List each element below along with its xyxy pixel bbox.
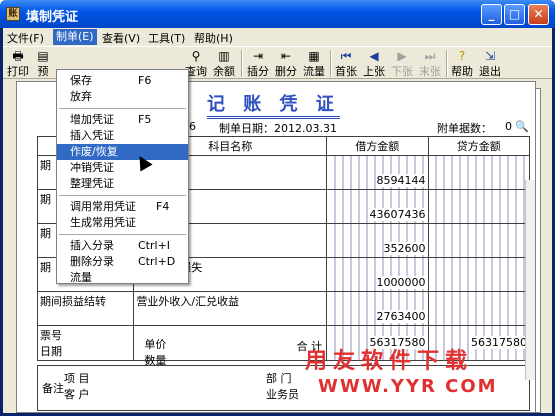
voucher-menu-dropdown: 保存 F6 放弃 增加凭证 F5 插入凭证 作废/恢复 冲销凭证 整理凭证 调用常用… [56,69,189,284]
note-label: 备注 [42,382,64,395]
help-icon: ? [458,49,466,63]
watermark-url: WWW.YYR COM [318,376,498,397]
exit-button[interactable]: ⇲ 退出 [477,48,503,79]
binoculars-icon: ⚲ [191,49,201,63]
window-title: 填制凭证 [26,10,79,25]
cell-credit[interactable] [427,223,531,258]
attachments-value[interactable]: 0 [505,120,512,133]
first-page-icon: ⏮ [340,49,352,63]
customer-label: 客 户 [64,388,90,401]
toolbar-separator [330,50,332,77]
menu-separator [59,234,186,235]
cell-credit[interactable] [427,291,531,326]
print-button[interactable]: 🖶 打印 [5,48,31,79]
app-window: 账 填制凭证 _ □ ✕ 文件(F) 制单(E) 查看(V) 工具(T) 帮助(… [0,0,555,416]
menu-help[interactable]: 帮助(H) [194,30,233,46]
table-row[interactable]: 期间损益结转 营业外收入/汇兑收益 2763400 [36,291,531,326]
attachments: 附单据数： [437,122,492,135]
balance-button[interactable]: ▥ 余额 [211,48,237,79]
cell-subject[interactable]: 营业外收入/汇兑收益 [133,291,328,326]
help-button[interactable]: ? 帮助 [449,48,475,79]
prev-button[interactable]: ◀ 上张 [361,48,387,79]
menu-abandon[interactable]: 放弃 [57,89,188,105]
menu-organize-voucher[interactable]: 整理凭证 [57,176,188,192]
project-label: 项 目 [64,372,90,385]
menu-separator [59,195,186,196]
last-page-icon: ⏭ [424,49,436,63]
toolbar-separator [241,50,243,77]
minimize-button[interactable]: _ [481,4,502,25]
menu-gen-common[interactable]: 生成常用凭证 [57,215,188,231]
last-button[interactable]: ⏭ 末张 [417,48,443,79]
cell-debit[interactable]: 8594144 [326,155,429,190]
toolbar-separator [446,50,448,77]
exit-icon: ⇲ [484,49,496,63]
preview-button[interactable]: ▤ 预 [33,48,53,79]
menu-separator [59,108,186,109]
title-bar[interactable]: 账 填制凭证 _ □ ✕ [0,0,555,28]
menu-insert-voucher[interactable]: 插入凭证 [57,128,188,144]
col-debit: 借方金额 [326,136,429,156]
menu-bar: 文件(F) 制单(E) 查看(V) 工具(T) 帮助(H) [3,28,552,46]
insert-row-icon: ⇥ [252,49,264,63]
preview-icon: ▤ [37,49,49,63]
menu-tools[interactable]: 工具(T) [148,30,185,46]
flow-button[interactable]: ▦ 流量 [301,48,327,79]
department-label: 部 门 [266,372,292,385]
ledger-icon: 账 [6,7,20,21]
cell-debit[interactable]: 1000000 [326,257,429,292]
qty-info: 单价 数量 合 计 [133,325,328,367]
salesman-label: 业务员 [266,388,299,401]
col-credit: 贷方金额 [427,136,531,156]
bar-chart-icon: ▥ [218,49,230,63]
menu-delete-entry[interactable]: 删除分录 Ctrl+D [57,254,188,270]
insert-entry-button[interactable]: ⇥ 插分 [245,48,271,79]
delete-entry-button[interactable]: ⇤ 删分 [273,48,299,79]
menu-add-voucher[interactable]: 增加凭证 F5 [57,112,188,128]
cell-summary[interactable]: 期间损益结转 [36,291,135,326]
printer-icon: 🖶 [12,49,24,63]
flow-icon: ▦ [308,49,320,63]
watermark-text: 用友软件下载 [305,349,474,374]
make-date: 制单日期：2012.03.31 [219,122,337,135]
first-button[interactable]: ⏮ 首张 [333,48,359,79]
menu-void-restore[interactable]: 作废/恢复 [57,144,188,160]
prev-page-icon: ◀ [369,49,379,63]
delete-row-icon: ⇤ [280,49,292,63]
menu-call-common[interactable]: 调用常用凭证 F4 [57,199,188,215]
menu-reverse-voucher[interactable]: 冲销凭证 [57,160,188,176]
cell-credit[interactable] [427,155,531,190]
menu-view[interactable]: 查看(V) [102,30,140,46]
vertical-scrollbar[interactable] [525,180,535,380]
menu-insert-entry[interactable]: 插入分录 Ctrl+I [57,238,188,254]
cell-credit[interactable] [427,189,531,224]
cell-debit[interactable]: 352600 [326,223,429,258]
menu-file[interactable]: 文件(F) [7,30,44,46]
search-icon[interactable]: 🔍 [515,120,529,133]
maximize-button[interactable]: □ [504,4,525,25]
cell-credit[interactable] [427,257,531,292]
close-button[interactable]: ✕ [528,4,549,25]
cell-debit[interactable]: 2763400 [326,291,429,326]
cell-debit[interactable]: 43607436 [326,189,429,224]
voucher-title: 记 账 凭 证 [207,90,340,119]
menu-flow[interactable]: 流量 [57,270,188,286]
menu-voucher[interactable]: 制单(E) [53,29,97,45]
menu-save[interactable]: 保存 F6 [57,73,188,89]
bill-info: 票号 日期 [36,325,135,361]
next-button[interactable]: ▶ 下张 [389,48,415,79]
next-page-icon: ▶ [397,49,407,63]
